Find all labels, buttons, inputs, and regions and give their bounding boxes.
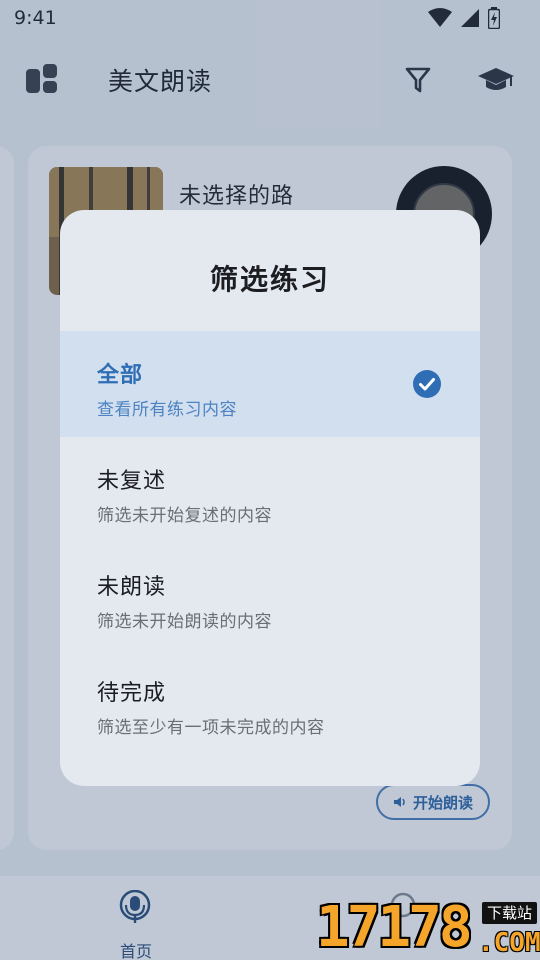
watermark-domain: .COM — [478, 928, 540, 958]
option-subtitle: 筛选至少有一项未完成的内容 — [97, 718, 325, 738]
screen: 9:41 美文朗读 未选择的路 开始朗读 首页 筛选练习 全部 查看所有练习内容… — [0, 0, 540, 960]
option-subtitle: 筛选未开始朗读的内容 — [97, 612, 272, 632]
filter-option-pending[interactable]: 待完成 筛选至少有一项未完成的内容 — [60, 649, 480, 755]
watermark-number: 17178 — [316, 895, 473, 960]
filter-dialog: 筛选练习 全部 查看所有练习内容 未复述 筛选未开始复述的内容 未朗读 筛选未开… — [60, 210, 480, 786]
filter-option-not-retold[interactable]: 未复述 筛选未开始复述的内容 — [60, 437, 480, 543]
option-title: 未复述 — [97, 469, 167, 494]
watermark-tag: 下载站 — [482, 902, 538, 924]
site-watermark: 17178 下载站 .COM — [316, 896, 540, 960]
filter-option-not-read[interactable]: 未朗读 筛选未开始朗读的内容 — [60, 543, 480, 649]
dialog-title: 筛选练习 — [209, 263, 330, 296]
option-title: 全部 — [97, 363, 144, 388]
option-subtitle: 筛选未开始复述的内容 — [97, 506, 272, 526]
filter-option-all[interactable]: 全部 查看所有练习内容 — [60, 331, 480, 437]
check-circle-icon — [413, 370, 441, 398]
option-title: 未朗读 — [97, 575, 167, 600]
option-subtitle: 查看所有练习内容 — [97, 400, 237, 420]
option-title: 待完成 — [97, 681, 167, 706]
